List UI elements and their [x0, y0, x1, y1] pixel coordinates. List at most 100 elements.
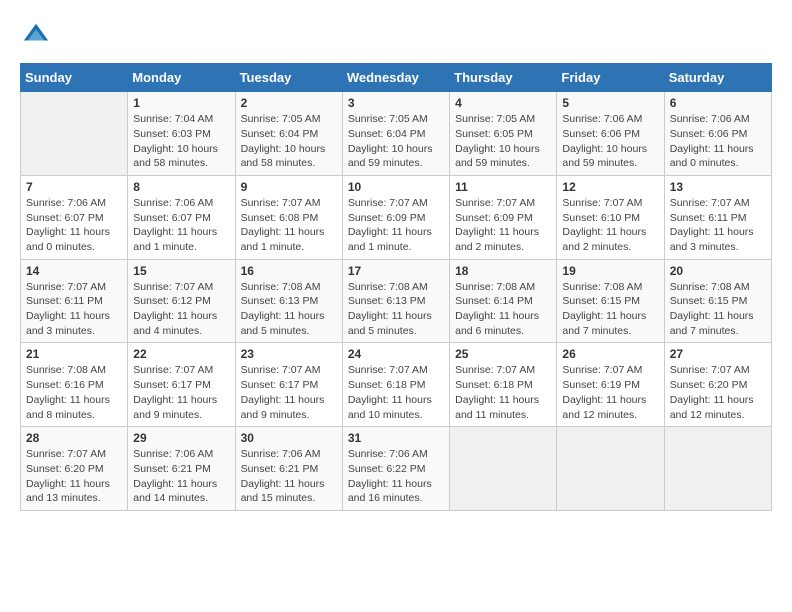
day-number: 2 — [241, 96, 337, 110]
day-info: Sunrise: 7:08 AM Sunset: 6:15 PM Dayligh… — [670, 280, 766, 339]
logo — [20, 20, 50, 53]
day-number: 10 — [348, 180, 444, 194]
calendar-cell: 15 Sunrise: 7:07 AM Sunset: 6:12 PM Dayli… — [128, 259, 235, 343]
week-row-5: 28 Sunrise: 7:07 AM Sunset: 6:20 PM Dayli… — [21, 427, 772, 511]
calendar-cell — [664, 427, 771, 511]
header-sunday: Sunday — [21, 64, 128, 92]
calendar-cell: 1Sunrise: 7:04 AM Sunset: 6:03 PM Daylig… — [128, 92, 235, 176]
day-number: 3 — [348, 96, 444, 110]
week-row-1: 1Sunrise: 7:04 AM Sunset: 6:03 PM Daylig… — [21, 92, 772, 176]
day-number: 31 — [348, 431, 444, 445]
day-number: 9 — [241, 180, 337, 194]
day-info: Sunrise: 7:07 AM Sunset: 6:09 PM Dayligh… — [455, 196, 551, 255]
week-row-2: 7 Sunrise: 7:06 AM Sunset: 6:07 PM Daylig… — [21, 175, 772, 259]
day-number: 5 — [562, 96, 658, 110]
calendar-cell: 18Sunrise: 7:08 AM Sunset: 6:14 PM Dayli… — [450, 259, 557, 343]
day-number: 15 — [133, 264, 229, 278]
day-number: 4 — [455, 96, 551, 110]
calendar-cell: 27 Sunrise: 7:07 AM Sunset: 6:20 PM Dayli… — [664, 343, 771, 427]
day-number: 22 — [133, 347, 229, 361]
calendar-cell: 13 Sunrise: 7:07 AM Sunset: 6:11 PM Dayli… — [664, 175, 771, 259]
page-header — [20, 20, 772, 53]
calendar-cell: 3 Sunrise: 7:05 AM Sunset: 6:04 PM Daylig… — [342, 92, 449, 176]
calendar-cell: 5 Sunrise: 7:06 AM Sunset: 6:06 PM Daylig… — [557, 92, 664, 176]
calendar-table: SundayMondayTuesdayWednesdayThursdayFrid… — [20, 63, 772, 511]
calendar-cell: 19 Sunrise: 7:08 AM Sunset: 6:15 PM Dayli… — [557, 259, 664, 343]
day-info: Sunrise: 7:06 AM Sunset: 6:22 PM Dayligh… — [348, 447, 444, 506]
day-info: Sunrise: 7:07 AM Sunset: 6:20 PM Dayligh… — [670, 363, 766, 422]
day-info: Sunrise: 7:06 AM Sunset: 6:06 PM Dayligh… — [670, 112, 766, 171]
calendar-cell: 2 Sunrise: 7:05 AM Sunset: 6:04 PM Daylig… — [235, 92, 342, 176]
calendar-cell: 22 Sunrise: 7:07 AM Sunset: 6:17 PM Dayli… — [128, 343, 235, 427]
day-info: Sunrise: 7:05 AM Sunset: 6:04 PM Dayligh… — [241, 112, 337, 171]
day-info: Sunrise: 7:06 AM Sunset: 6:06 PM Dayligh… — [562, 112, 658, 171]
day-info: Sunrise: 7:07 AM Sunset: 6:11 PM Dayligh… — [670, 196, 766, 255]
day-number: 29 — [133, 431, 229, 445]
calendar-cell: 8 Sunrise: 7:06 AM Sunset: 6:07 PM Daylig… — [128, 175, 235, 259]
calendar-cell: 10 Sunrise: 7:07 AM Sunset: 6:09 PM Dayli… — [342, 175, 449, 259]
day-info: Sunrise: 7:08 AM Sunset: 6:13 PM Dayligh… — [241, 280, 337, 339]
day-info: Sunrise: 7:06 AM Sunset: 6:07 PM Dayligh… — [133, 196, 229, 255]
header-row: SundayMondayTuesdayWednesdayThursdayFrid… — [21, 64, 772, 92]
day-number: 30 — [241, 431, 337, 445]
day-info: Sunrise: 7:04 AM Sunset: 6:03 PM Dayligh… — [133, 112, 229, 171]
calendar-cell: 20 Sunrise: 7:08 AM Sunset: 6:15 PM Dayli… — [664, 259, 771, 343]
day-info: Sunrise: 7:08 AM Sunset: 6:15 PM Dayligh… — [562, 280, 658, 339]
calendar-cell: 9 Sunrise: 7:07 AM Sunset: 6:08 PM Daylig… — [235, 175, 342, 259]
calendar-cell: 4 Sunrise: 7:05 AM Sunset: 6:05 PM Daylig… — [450, 92, 557, 176]
header-saturday: Saturday — [664, 64, 771, 92]
day-number: 17 — [348, 264, 444, 278]
calendar-cell: 14Sunrise: 7:07 AM Sunset: 6:11 PM Dayli… — [21, 259, 128, 343]
day-info: Sunrise: 7:07 AM Sunset: 6:20 PM Dayligh… — [26, 447, 122, 506]
calendar-cell: 25Sunrise: 7:07 AM Sunset: 6:18 PM Dayli… — [450, 343, 557, 427]
calendar-cell: 30Sunrise: 7:06 AM Sunset: 6:21 PM Dayli… — [235, 427, 342, 511]
day-number: 11 — [455, 180, 551, 194]
week-row-3: 14Sunrise: 7:07 AM Sunset: 6:11 PM Dayli… — [21, 259, 772, 343]
header-monday: Monday — [128, 64, 235, 92]
day-number: 28 — [26, 431, 122, 445]
calendar-body: 1Sunrise: 7:04 AM Sunset: 6:03 PM Daylig… — [21, 92, 772, 511]
calendar-cell — [450, 427, 557, 511]
week-row-4: 21Sunrise: 7:08 AM Sunset: 6:16 PM Dayli… — [21, 343, 772, 427]
calendar-cell — [557, 427, 664, 511]
day-number: 26 — [562, 347, 658, 361]
logo-icon — [22, 20, 50, 48]
day-number: 7 — [26, 180, 122, 194]
day-info: Sunrise: 7:07 AM Sunset: 6:17 PM Dayligh… — [133, 363, 229, 422]
day-number: 13 — [670, 180, 766, 194]
calendar-cell: 26Sunrise: 7:07 AM Sunset: 6:19 PM Dayli… — [557, 343, 664, 427]
calendar-cell: 12Sunrise: 7:07 AM Sunset: 6:10 PM Dayli… — [557, 175, 664, 259]
calendar-cell: 11 Sunrise: 7:07 AM Sunset: 6:09 PM Dayli… — [450, 175, 557, 259]
day-number: 20 — [670, 264, 766, 278]
day-info: Sunrise: 7:07 AM Sunset: 6:12 PM Dayligh… — [133, 280, 229, 339]
day-info: Sunrise: 7:07 AM Sunset: 6:10 PM Dayligh… — [562, 196, 658, 255]
calendar-cell: 29Sunrise: 7:06 AM Sunset: 6:21 PM Dayli… — [128, 427, 235, 511]
calendar-header: SundayMondayTuesdayWednesdayThursdayFrid… — [21, 64, 772, 92]
day-number: 14 — [26, 264, 122, 278]
day-info: Sunrise: 7:08 AM Sunset: 6:14 PM Dayligh… — [455, 280, 551, 339]
day-number: 8 — [133, 180, 229, 194]
day-number: 27 — [670, 347, 766, 361]
day-info: Sunrise: 7:07 AM Sunset: 6:17 PM Dayligh… — [241, 363, 337, 422]
calendar-cell: 31 Sunrise: 7:06 AM Sunset: 6:22 PM Dayli… — [342, 427, 449, 511]
calendar-cell — [21, 92, 128, 176]
day-number: 19 — [562, 264, 658, 278]
day-info: Sunrise: 7:07 AM Sunset: 6:08 PM Dayligh… — [241, 196, 337, 255]
day-number: 16 — [241, 264, 337, 278]
day-number: 24 — [348, 347, 444, 361]
calendar-cell: 6 Sunrise: 7:06 AM Sunset: 6:06 PM Daylig… — [664, 92, 771, 176]
day-info: Sunrise: 7:07 AM Sunset: 6:09 PM Dayligh… — [348, 196, 444, 255]
calendar-cell: 23 Sunrise: 7:07 AM Sunset: 6:17 PM Dayli… — [235, 343, 342, 427]
header-wednesday: Wednesday — [342, 64, 449, 92]
calendar-cell: 24Sunrise: 7:07 AM Sunset: 6:18 PM Dayli… — [342, 343, 449, 427]
day-number: 23 — [241, 347, 337, 361]
day-info: Sunrise: 7:08 AM Sunset: 6:16 PM Dayligh… — [26, 363, 122, 422]
day-info: Sunrise: 7:05 AM Sunset: 6:04 PM Dayligh… — [348, 112, 444, 171]
calendar-cell: 17 Sunrise: 7:08 AM Sunset: 6:13 PM Dayli… — [342, 259, 449, 343]
header-tuesday: Tuesday — [235, 64, 342, 92]
header-thursday: Thursday — [450, 64, 557, 92]
day-info: Sunrise: 7:05 AM Sunset: 6:05 PM Dayligh… — [455, 112, 551, 171]
calendar-cell: 28 Sunrise: 7:07 AM Sunset: 6:20 PM Dayli… — [21, 427, 128, 511]
day-info: Sunrise: 7:08 AM Sunset: 6:13 PM Dayligh… — [348, 280, 444, 339]
day-number: 6 — [670, 96, 766, 110]
